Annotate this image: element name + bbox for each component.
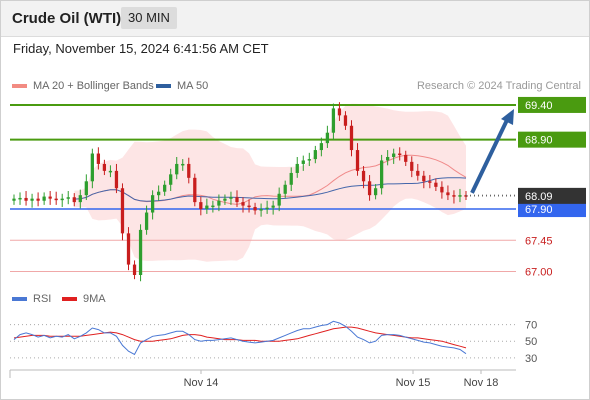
candle-body [440,186,444,193]
candle-body [271,205,275,208]
candle-body [205,205,209,210]
bollinger-band-area [74,103,467,262]
candle-body [289,172,293,185]
candle-body [428,181,432,183]
rsi-line [13,320,467,356]
candle-body [42,196,46,201]
time-tick-label-nov-15: Nov 15 [396,377,431,389]
candle-body [132,264,137,275]
candle-body [102,163,107,171]
candle-body [253,206,257,211]
candle-body [319,143,323,151]
candle-body [24,197,28,201]
level-label-68.90: 68.90 [525,135,553,147]
level-label-69.40: 69.40 [525,100,553,112]
candle-body [283,184,287,194]
candle-body [193,177,197,203]
candle-body [361,170,366,182]
rsi-9ma-line [13,326,467,349]
candle-body [295,163,299,173]
candle-body [241,202,245,206]
candle-body [54,198,58,201]
candle-body [223,198,227,201]
candle-body [398,153,402,156]
target-arrow-shaft [470,117,510,194]
price-chart: 69.40 68.90 67.90 67.45 67.00 68.09 70 50 30 Nov … [9,96,586,389]
candle-body [175,163,179,175]
candle-body [12,198,16,201]
candle-body [169,174,173,185]
level-label-67.00: 67.00 [525,267,553,279]
candle-body [446,192,450,196]
time-tick-label-nov-14: Nov 14 [184,377,219,389]
candle-body [265,207,269,210]
candle-body [48,196,52,199]
candle-body [36,198,40,201]
level-label-67.45: 67.45 [525,235,553,247]
candle-body [96,153,101,164]
candle-body [235,197,239,203]
candle-body [66,197,70,199]
candle-body [386,157,390,161]
candle-body [379,160,384,189]
candle-body [259,209,263,211]
rsi-tick-label: 30 [525,353,537,365]
rsi-tick-label: 70 [525,320,537,332]
candle-body [114,170,119,189]
candle-body [355,150,360,171]
candle-body [247,205,251,208]
candle-body [331,108,336,133]
level-label-67.90: 67.90 [525,204,553,216]
candle-body [301,160,305,164]
candle-body [373,188,378,196]
last-price-label: 68.09 [525,191,553,203]
candle-body [60,198,64,201]
candle-body [163,184,167,192]
candle-body [277,193,281,206]
candle-body [72,197,76,203]
candle-body [313,150,317,160]
candle-body [217,200,221,206]
candle-body [18,197,22,200]
candle-body [325,132,330,144]
candle-body [84,181,88,196]
candle-body [422,175,426,182]
candle-body [410,161,414,171]
candle-body [367,181,372,196]
candle-body [349,125,354,151]
candle-body [187,163,191,178]
candle-body [452,195,456,197]
candle-body [458,195,462,197]
rsi-tick-label: 50 [525,336,537,348]
candle-body [144,212,149,230]
candle-body [150,195,155,213]
candle-body [181,163,185,166]
candle-body [229,197,233,199]
time-tick-label-nov-18: Nov 18 [464,377,499,389]
candle-body [337,108,342,116]
candle-body [108,170,113,173]
candle-body [199,202,203,210]
candle-body [434,182,438,187]
candle-body [157,191,161,196]
candle-body [307,159,311,161]
candle-body [211,205,215,208]
candle-body [404,154,408,162]
candle-body [30,198,34,201]
candle-body [138,229,143,275]
candle-body [78,195,82,203]
candle-body [343,115,348,126]
candle-body [90,153,94,182]
candle-body [392,153,396,157]
candle-body [120,188,125,234]
candle-body [126,233,131,265]
candle-body [416,170,420,176]
